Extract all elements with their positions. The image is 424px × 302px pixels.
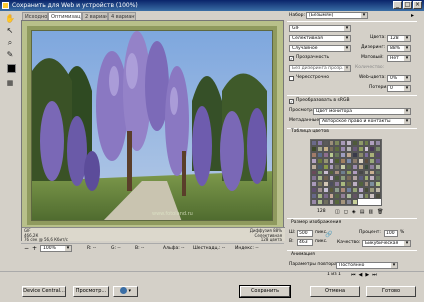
- quality-label: Качество:: [337, 240, 361, 245]
- height-input[interactable]: 463: [297, 239, 313, 246]
- index-readout: Индекс: --: [235, 246, 259, 251]
- dither-label: Дизеринг:: [361, 45, 386, 50]
- colors-label: Цвета:: [370, 35, 386, 40]
- reduction-select[interactable]: Селективная: [289, 35, 351, 42]
- preview-button[interactable]: Просмотр...: [73, 286, 109, 297]
- websnap-select[interactable]: 0%: [387, 75, 411, 82]
- interlaced-checkbox[interactable]: [289, 76, 294, 81]
- preset-label: Набор:: [289, 13, 306, 18]
- srgb-checkbox[interactable]: ✓: [289, 99, 294, 104]
- metadata-select[interactable]: Авторское право и контакты: [319, 118, 411, 125]
- matte-select[interactable]: Нет: [387, 55, 411, 62]
- panel-menu-icon[interactable]: ▸: [408, 12, 417, 19]
- percent-input[interactable]: 100: [384, 230, 398, 237]
- percent-label: Процент:: [359, 230, 381, 235]
- metadata-label: Метаданные:: [289, 118, 321, 123]
- interlaced-label: Чересстрочно: [296, 75, 330, 80]
- window-title: Сохранить для Web и устройств (100%): [12, 2, 138, 9]
- browser-select-button[interactable]: ▾: [113, 286, 138, 297]
- srgb-label: Преобразовать в sRGB: [296, 98, 350, 103]
- format-select[interactable]: GIF: [289, 25, 351, 32]
- window-titlebar: Сохранить для Web и устройств (100%): [0, 0, 424, 11]
- settings-panel: Набор: [Безымян] ▸ GIF Селективная Цвета…: [287, 12, 421, 286]
- zoom-select[interactable]: 100%: [40, 245, 72, 252]
- color-table-title: Таблица цветов: [291, 129, 329, 134]
- color-swatch[interactable]: [375, 193, 381, 200]
- zoom-in-icon[interactable]: +: [31, 245, 38, 252]
- dither-select[interactable]: 88%: [387, 45, 411, 52]
- optimization-info: GIF 466,2К 76 сек @ 56,6 Кбит/с Диффузия…: [22, 227, 285, 242]
- wisteria-image: [32, 31, 272, 220]
- constrain-link-icon[interactable]: 🔗: [325, 231, 332, 238]
- height-unit: пикс.: [315, 239, 328, 244]
- eyedropper-tool-icon[interactable]: ✎: [4, 50, 16, 60]
- close-button[interactable]: ×: [413, 1, 422, 9]
- done-button[interactable]: Готово: [366, 286, 416, 297]
- minimize-button[interactable]: _: [393, 1, 402, 9]
- preset-select[interactable]: [Безымян]: [306, 12, 368, 19]
- loop-select[interactable]: Постоянно: [336, 262, 398, 269]
- hex-readout: Шестнадц.: --: [193, 246, 226, 251]
- g-readout: G: --: [111, 246, 121, 251]
- preview-area: www.fotoland.ru GIF 466,2К 76 сек @ 56,6…: [21, 20, 285, 242]
- device-central-button[interactable]: Device Central...: [22, 286, 66, 297]
- wisteria-photo[interactable]: www.fotoland.ru: [31, 30, 273, 221]
- maximize-button[interactable]: □: [403, 1, 412, 9]
- color-swatch[interactable]: [351, 199, 358, 205]
- color-table-grid[interactable]: [310, 139, 382, 206]
- preview-label: Просмотр:: [289, 108, 314, 113]
- dither-algorithm-select[interactable]: Случайное: [289, 45, 351, 52]
- transparency-checkbox[interactable]: ✓: [289, 56, 294, 61]
- watermark-text: www.fotoland.ru: [152, 211, 193, 217]
- footer-bar: Device Central... Просмотр... ▾ Сохранит…: [0, 271, 424, 302]
- toggle-slices-icon[interactable]: ▦: [4, 78, 16, 88]
- loop-label: Параметры повтора:: [289, 262, 339, 267]
- browser-icon: [119, 287, 127, 294]
- matte-label: Матовый:: [361, 55, 384, 60]
- height-label: В:: [289, 239, 294, 244]
- preview-select[interactable]: Цвет монитора: [313, 108, 411, 115]
- zoom-tool-icon[interactable]: ⌕: [4, 38, 16, 48]
- eyedropper-color-swatch[interactable]: [7, 64, 16, 73]
- r-readout: R: --: [87, 246, 97, 251]
- colors-select[interactable]: 128: [387, 35, 411, 42]
- lossy-label: Потери:: [369, 85, 388, 90]
- alpha-readout: Альфа: --: [163, 246, 185, 251]
- width-label: Ш:: [289, 230, 296, 235]
- animation-title: Анимация: [291, 252, 315, 257]
- transparency-label: Прозрачность: [296, 55, 330, 60]
- transparency-dither-select[interactable]: Без дизеринга прозр.: [289, 65, 351, 72]
- width-input[interactable]: 500: [297, 230, 313, 237]
- save-button[interactable]: Сохранить: [239, 285, 291, 298]
- app-icon: [2, 2, 9, 9]
- b-readout: B: --: [135, 246, 145, 251]
- color-count: 128: [317, 209, 326, 214]
- cancel-button[interactable]: Отмена: [310, 286, 360, 297]
- quality-select[interactable]: Бикубическая: [362, 240, 411, 247]
- color-table-tools[interactable]: ◫◻◈▤▥🗑: [335, 209, 388, 215]
- hand-tool-icon[interactable]: ✋: [4, 14, 16, 24]
- slice-select-tool-icon[interactable]: ↖: [4, 26, 16, 36]
- toolbox: ✋ ↖ ⌕ ✎ ▦: [2, 12, 18, 162]
- percent-unit: %: [400, 230, 405, 235]
- amount-label: Количество:: [355, 65, 385, 70]
- status-bar: − + 100% R: -- G: -- B: -- Альфа: -- Шес…: [21, 243, 284, 253]
- websnap-label: Web-цвета:: [359, 75, 386, 80]
- zoom-out-icon[interactable]: −: [23, 245, 30, 252]
- lossy-select[interactable]: 0: [387, 85, 411, 92]
- image-size-title: Размер изображения: [291, 220, 342, 225]
